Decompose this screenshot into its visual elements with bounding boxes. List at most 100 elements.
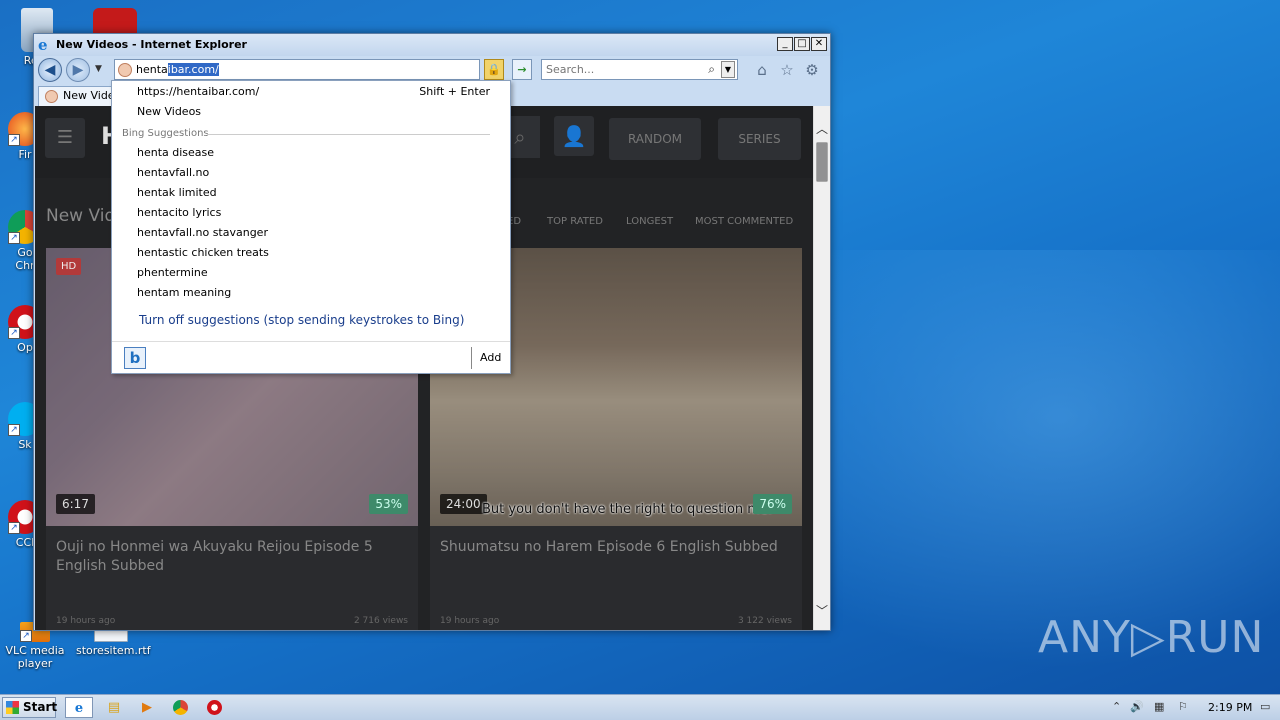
desktop-icon-label: Go Chr: [15, 246, 35, 272]
desktop-icon-label: Op: [17, 341, 33, 354]
url-suggestion[interactable]: https://hentaibar.com/: [137, 85, 259, 98]
desktop-icon-label: CCl: [15, 536, 35, 549]
filter-longest[interactable]: LONGEST: [626, 216, 673, 227]
address-input[interactable]: hentaibar.com/: [136, 63, 219, 76]
bing-icon[interactable]: b: [124, 347, 146, 369]
bing-suggestion[interactable]: hentak limited: [137, 186, 217, 199]
dropdown-footer: b Add: [112, 341, 510, 373]
tab-favicon-icon: [45, 90, 58, 103]
search-input[interactable]: [542, 60, 702, 79]
maximize-button[interactable]: □: [794, 37, 810, 51]
scrollbar-thumb[interactable]: [816, 142, 828, 182]
back-button[interactable]: ◀: [38, 58, 62, 82]
security-lock-icon[interactable]: 🔒: [484, 59, 504, 80]
turn-off-suggestions-link[interactable]: Turn off suggestions (stop sending keyst…: [139, 313, 464, 327]
site-favicon-icon: [118, 63, 132, 77]
filter-top-rated[interactable]: TOP RATED: [547, 216, 603, 227]
favorites-star-icon[interactable]: ☆: [778, 61, 796, 79]
scroll-down-icon[interactable]: ﹀: [814, 602, 830, 620]
video-duration: 6:17: [56, 494, 95, 514]
taskbar-chrome-icon[interactable]: [166, 697, 194, 718]
show-desktop-icon[interactable]: ▭: [1260, 700, 1270, 713]
video-rating: 53%: [369, 494, 408, 514]
scroll-up-icon[interactable]: ︿: [814, 120, 830, 138]
video-title[interactable]: Ouji no Honmei wa Akuyaku Reijou Episode…: [56, 538, 406, 576]
clock[interactable]: 2:19 PM: [1208, 701, 1252, 714]
close-button[interactable]: ✕: [811, 37, 827, 51]
address-autocomplete-dropdown: https://hentaibar.com/ Shift + Enter New…: [111, 80, 511, 374]
bing-suggestion[interactable]: phentermine: [137, 266, 208, 279]
address-autocomplete-selection: ibar.com/: [167, 63, 219, 76]
volume-icon[interactable]: 🔊: [1130, 700, 1144, 713]
ie-logo-icon: e: [38, 36, 48, 54]
recent-pages-dropdown-icon[interactable]: ▼: [95, 64, 102, 74]
taskbar-explorer-icon[interactable]: ▤: [100, 697, 128, 718]
history-item[interactable]: New Videos: [137, 105, 201, 118]
shortcut-arrow-icon: ↗: [8, 232, 20, 244]
shortcut-arrow-icon: ↗: [8, 424, 20, 436]
bing-suggestion[interactable]: henta disease: [137, 146, 214, 159]
search-icon[interactable]: ⌕: [708, 62, 715, 77]
search-provider-dropdown[interactable]: ▼: [721, 61, 735, 78]
video-views: 3 122 views: [737, 616, 792, 626]
chrome-icon: [172, 700, 188, 715]
start-button[interactable]: Start: [2, 697, 58, 718]
menu-sliders-icon[interactable]: ☰: [45, 118, 85, 158]
url-suggestion-shortcut: Shift + Enter: [419, 85, 490, 98]
video-subtitle-caption: But you don't have the right to question…: [482, 502, 773, 517]
video-duration: 24:00: [440, 494, 487, 514]
shortcut-arrow-icon: ↗: [8, 327, 20, 339]
shortcut-arrow-icon: ↗: [8, 134, 20, 146]
bing-suggestion[interactable]: hentam meaning: [137, 286, 231, 299]
anyrun-watermark: ANY▷RUN: [1038, 612, 1265, 663]
home-icon[interactable]: ⌂: [753, 61, 771, 79]
gear-icon[interactable]: ⚙: [803, 61, 821, 79]
user-icon[interactable]: 👤: [554, 116, 594, 156]
opera-icon: [206, 700, 222, 715]
address-bar[interactable]: hentaibar.com/ ▼: [114, 59, 557, 80]
taskbar-ie-icon[interactable]: e: [65, 697, 93, 718]
taskbar-media-player-icon[interactable]: ▶: [133, 697, 161, 718]
start-label: Start: [23, 700, 58, 714]
bing-suggestion[interactable]: hentastic chicken treats: [137, 246, 269, 259]
vertical-scrollbar[interactable]: ︿ ﹀: [813, 106, 830, 630]
bing-suggestion[interactable]: hentavfall.no stavanger: [137, 226, 268, 239]
video-title[interactable]: Shuumatsu no Harem Episode 6 English Sub…: [440, 538, 790, 557]
video-rating: 76%: [753, 494, 792, 514]
forward-button[interactable]: ▶: [66, 58, 90, 82]
address-typed-text: henta: [136, 63, 168, 76]
taskbar-opera-icon[interactable]: [200, 697, 228, 718]
action-center-flag-icon[interactable]: ⚐: [1178, 700, 1188, 713]
shortcut-arrow-icon: ↗: [8, 522, 20, 534]
filter-most-commented[interactable]: MOST COMMENTED: [695, 216, 793, 227]
go-button[interactable]: →: [512, 59, 532, 80]
desktop-icon-label: VLC media player: [5, 644, 65, 670]
show-hidden-icons-icon[interactable]: ⌃: [1112, 700, 1121, 713]
desktop-icon-label: Sk: [18, 438, 32, 451]
minimize-button[interactable]: _: [777, 37, 793, 51]
desktop-icon-label: storesitem.rtf: [76, 644, 151, 657]
taskbar: Start e ▤ ▶ ⌃ 🔊 ▦ ⚐ ▭ 2:19 PM: [0, 694, 1280, 720]
windows-logo-icon: [6, 701, 19, 714]
bing-suggestions-heading: Bing Suggestions: [122, 128, 209, 139]
video-age: 19 hours ago: [56, 616, 116, 626]
window-controls: _ □ ✕: [777, 37, 827, 51]
video-views: 2 716 views: [353, 616, 408, 626]
video-age: 19 hours ago: [440, 616, 500, 626]
add-search-provider-button[interactable]: Add: [480, 351, 501, 364]
nav-random[interactable]: RANDOM: [609, 118, 701, 160]
network-icon[interactable]: ▦: [1154, 700, 1164, 713]
search-box[interactable]: ⌕ ▼: [541, 59, 738, 80]
shortcut-arrow-icon: ↗: [20, 630, 32, 642]
bing-suggestion[interactable]: hentacito lyrics: [137, 206, 221, 219]
section-title: New Vid: [46, 206, 116, 226]
divider: [471, 347, 472, 369]
system-tray: ⌃ 🔊 ▦ ⚐ ▭: [1100, 695, 1280, 720]
desktop-icon-label: Fir: [18, 148, 32, 161]
bing-suggestion[interactable]: hentavfall.no: [137, 166, 209, 179]
window-title: New Videos - Internet Explorer: [56, 38, 247, 51]
nav-series[interactable]: SERIES: [718, 118, 801, 160]
title-bar[interactable]: e New Videos - Internet Explorer _ □ ✕: [34, 34, 830, 56]
hd-badge: HD: [56, 258, 82, 275]
divider: [207, 134, 490, 135]
